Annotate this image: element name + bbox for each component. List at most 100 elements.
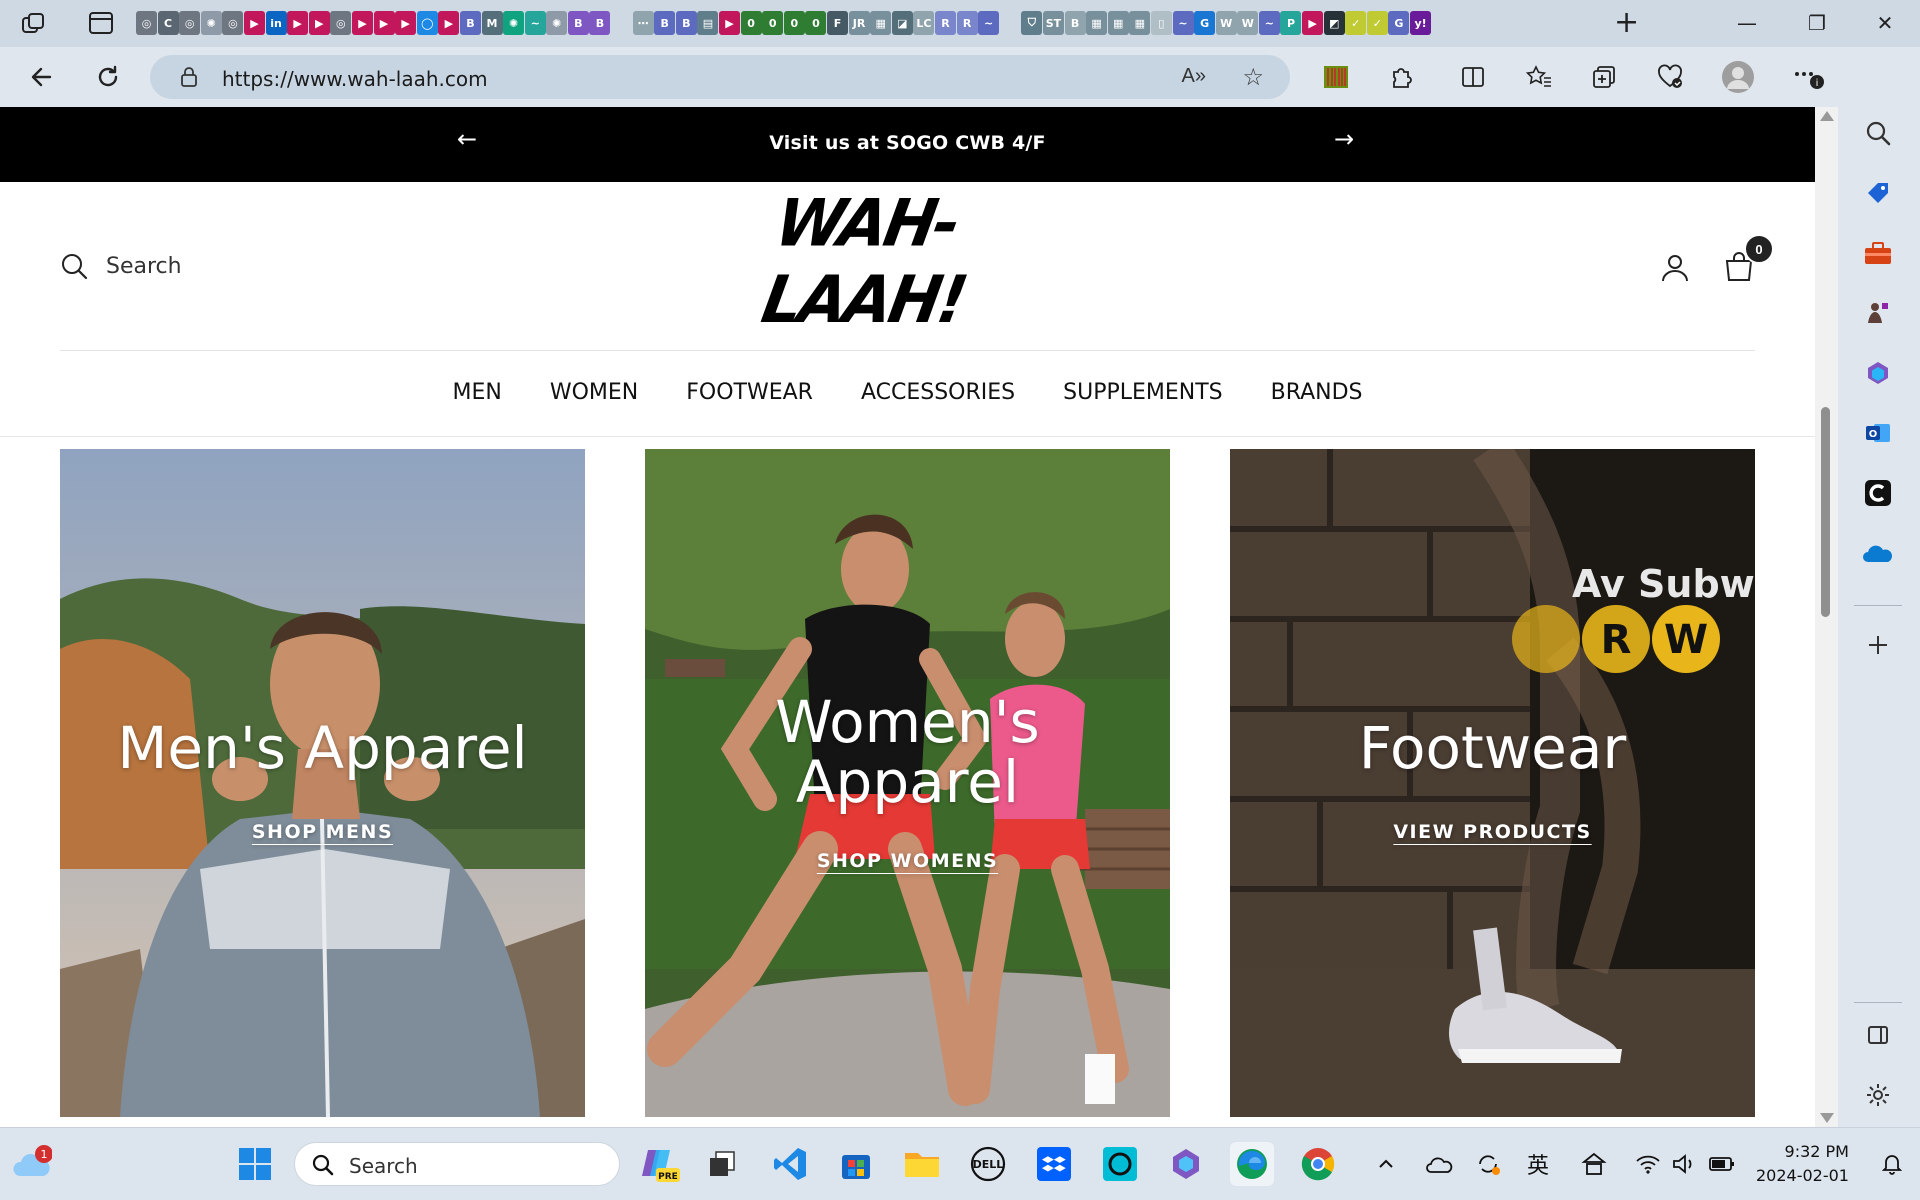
- tab-wave-icon[interactable]: ~: [524, 11, 546, 35]
- tile-mens-apparel[interactable]: Men's Apparel SHOP MENS: [60, 449, 585, 1117]
- tab-grid-icon[interactable]: ▦: [1086, 11, 1108, 35]
- tab-blank-icon[interactable]: [1000, 11, 1021, 35]
- read-aloud-icon[interactable]: A»: [1182, 65, 1206, 88]
- search-icon[interactable]: [60, 252, 88, 280]
- dropbox-icon[interactable]: [1032, 1142, 1076, 1186]
- sidebar-onedrive-icon[interactable]: [1860, 535, 1896, 571]
- scrollbar-thumb[interactable]: [1821, 407, 1830, 617]
- collections-icon[interactable]: [1586, 59, 1622, 95]
- tab-github-icon[interactable]: ◎: [222, 11, 244, 35]
- ime-mode-icon[interactable]: [1574, 1142, 1614, 1186]
- tab-openai-icon[interactable]: ✺: [503, 11, 525, 35]
- account-icon[interactable]: [1660, 252, 1690, 287]
- extension-barcode-icon[interactable]: [1318, 59, 1354, 95]
- new-tab-button[interactable]: +: [1614, 8, 1639, 38]
- file-explorer-icon[interactable]: [900, 1142, 944, 1186]
- ms-store-icon[interactable]: [834, 1142, 878, 1186]
- tab-b-icon[interactable]: B: [567, 11, 589, 35]
- tab-c-icon[interactable]: C: [157, 11, 179, 35]
- tab-yahoo-icon[interactable]: y!: [1410, 11, 1432, 35]
- tab-wix-icon[interactable]: W: [1215, 11, 1237, 35]
- edge-icon[interactable]: [1230, 1142, 1274, 1186]
- sidebar-outlook-icon[interactable]: O: [1860, 415, 1896, 451]
- tab-jr-icon[interactable]: JR: [848, 11, 870, 35]
- refresh-icon[interactable]: [90, 59, 126, 95]
- tab-wix-icon[interactable]: W: [1237, 11, 1259, 35]
- dell-icon[interactable]: DELL: [966, 1142, 1010, 1186]
- split-screen-icon[interactable]: [1455, 59, 1491, 95]
- tab-check-icon[interactable]: ✓: [1345, 11, 1367, 35]
- nav-item-brands[interactable]: BRANDS: [1271, 380, 1363, 405]
- tab-green-icon[interactable]: 0: [762, 11, 784, 35]
- tray-chevron-icon[interactable]: [1372, 1142, 1400, 1186]
- tab-youtube-icon[interactable]: ▶: [1302, 11, 1324, 35]
- copilot-app-icon[interactable]: [1164, 1142, 1208, 1186]
- tab-youtube-icon[interactable]: ▶: [395, 11, 417, 35]
- tab-grid-icon[interactable]: ▦: [870, 11, 892, 35]
- tab-youtube-icon[interactable]: ▶: [243, 11, 265, 35]
- tab-b-icon[interactable]: B: [589, 11, 611, 35]
- shop-mens-link[interactable]: SHOP MENS: [60, 821, 585, 843]
- back-icon[interactable]: [24, 59, 60, 95]
- tab-dots-icon[interactable]: ⋯: [632, 11, 654, 35]
- site-search[interactable]: Search: [60, 252, 182, 280]
- tab-linkedin-icon[interactable]: in: [265, 11, 287, 35]
- tab-github-icon[interactable]: ◎: [136, 11, 157, 35]
- tab-b-icon[interactable]: B: [654, 11, 676, 35]
- tab-wave-icon[interactable]: ~: [1172, 11, 1194, 35]
- tab-gs-icon[interactable]: G: [1194, 11, 1216, 35]
- battery-icon[interactable]: [1704, 1142, 1740, 1186]
- tab-r-icon[interactable]: R: [934, 11, 956, 35]
- onedrive-tray-icon[interactable]: [1420, 1142, 1460, 1186]
- favorites-icon[interactable]: [1521, 59, 1557, 95]
- tab-b-icon[interactable]: B: [459, 11, 481, 35]
- close-window-button[interactable]: ✕: [1860, 6, 1910, 40]
- tab-github-icon[interactable]: ◎: [179, 11, 201, 35]
- tab-youtube-icon[interactable]: ▶: [308, 11, 330, 35]
- nav-item-women[interactable]: WOMEN: [550, 380, 638, 405]
- tab-green-icon[interactable]: 0: [740, 11, 762, 35]
- copilot-pre-icon[interactable]: PRE: [638, 1142, 682, 1186]
- vscode-icon[interactable]: [768, 1142, 812, 1186]
- profile-avatar[interactable]: [1720, 59, 1756, 95]
- tab-chart-icon[interactable]: ◪: [891, 11, 913, 35]
- tab-youtube-icon[interactable]: ▶: [373, 11, 395, 35]
- taskbar-search[interactable]: Search: [294, 1142, 620, 1186]
- settings-more-icon[interactable]: i: [1790, 59, 1826, 95]
- restore-button[interactable]: ❐: [1792, 6, 1842, 40]
- page-scrollbar[interactable]: [1815, 107, 1838, 1127]
- favorite-star-icon[interactable]: ☆: [1242, 63, 1264, 92]
- volume-icon[interactable]: [1666, 1142, 1702, 1186]
- tab-b-icon[interactable]: B: [1064, 11, 1086, 35]
- tab-page-icon[interactable]: ▯: [1150, 11, 1172, 35]
- site-logo[interactable]: WAH-LAAH!: [756, 184, 1042, 337]
- tab-m-icon[interactable]: M: [481, 11, 503, 35]
- url-text[interactable]: https://www.wah-laah.com: [222, 67, 488, 91]
- tab-bubble-icon[interactable]: ◯: [416, 11, 438, 35]
- notifications-icon[interactable]: [1872, 1142, 1912, 1186]
- sidebar-copilot-icon[interactable]: [1860, 355, 1896, 391]
- sidebar-tools-icon[interactable]: [1860, 235, 1896, 271]
- address-bar[interactable]: https://www.wah-laah.com A» ☆: [150, 55, 1290, 99]
- tab-f-icon[interactable]: F: [827, 11, 848, 35]
- tab-st-icon[interactable]: ST: [1042, 11, 1064, 35]
- nav-item-accessories[interactable]: ACCESSORIES: [861, 380, 1015, 405]
- sidebar-settings-icon[interactable]: [1860, 1077, 1896, 1113]
- sidebar-add-icon[interactable]: [1860, 627, 1896, 663]
- scroll-down-icon[interactable]: [1820, 1113, 1834, 1123]
- wifi-icon[interactable]: [1630, 1142, 1666, 1186]
- tab-grid-icon[interactable]: ▦: [1107, 11, 1129, 35]
- tab-actions-icon[interactable]: [89, 12, 113, 34]
- tab-r-icon[interactable]: R: [956, 11, 978, 35]
- tab-b-icon[interactable]: B: [675, 11, 697, 35]
- tab-shield-icon[interactable]: ⛉: [1021, 11, 1043, 35]
- alexa-icon[interactable]: [1098, 1142, 1142, 1186]
- tab-youtube-icon[interactable]: ▶: [351, 11, 373, 35]
- workspaces-icon[interactable]: [20, 11, 46, 37]
- sidebar-hide-icon[interactable]: [1860, 1017, 1896, 1053]
- ime-language-indicator[interactable]: 英: [1527, 1148, 1549, 1180]
- sidebar-search-icon[interactable]: [1860, 115, 1896, 151]
- tab-lc-icon[interactable]: LC: [913, 11, 935, 35]
- tab-grid-icon[interactable]: ▦: [1129, 11, 1151, 35]
- tab-blank-icon[interactable]: [611, 11, 632, 35]
